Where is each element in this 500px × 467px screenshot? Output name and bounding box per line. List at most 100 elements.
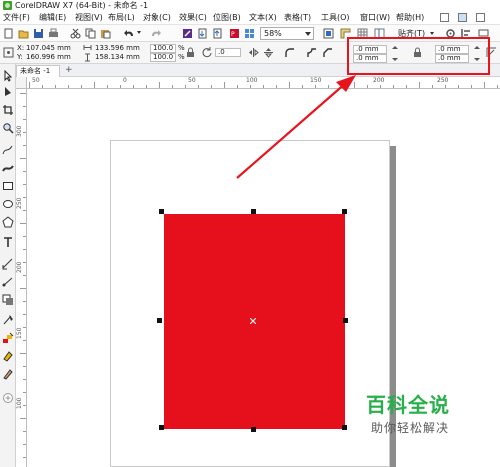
save-icon[interactable]	[33, 28, 44, 39]
ellipse-tool-icon[interactable]	[2, 198, 14, 210]
ruler-tick	[432, 85, 433, 88]
mirror-horizontal-icon[interactable]	[248, 47, 259, 58]
drop-shadow-tool-icon[interactable]	[2, 294, 14, 306]
application-launcher-icon[interactable]	[244, 28, 255, 39]
y-label: Y:	[17, 53, 23, 61]
rotation-input[interactable]: .0	[215, 48, 241, 57]
ruler-tick	[315, 85, 316, 88]
pick-tool-icon[interactable]	[2, 70, 14, 82]
ruler-tick	[23, 366, 26, 367]
selection-handle-top[interactable]	[251, 209, 256, 214]
round-corner-icon[interactable]	[284, 47, 295, 58]
parallel-dimension-tool-icon[interactable]	[2, 258, 14, 270]
scalloped-corner-icon[interactable]	[306, 47, 317, 58]
selection-handle-bottom-right[interactable]	[342, 425, 347, 430]
connector-tool-icon[interactable]	[2, 276, 14, 288]
menu-view[interactable]: 视图(V)	[75, 11, 103, 25]
selection-handle-bottom[interactable]	[251, 427, 256, 432]
ruler-tick	[20, 158, 26, 159]
add-tool-icon[interactable]	[2, 392, 14, 404]
smart-fill-tool-icon[interactable]	[2, 368, 14, 380]
zoom-tool-icon[interactable]	[2, 122, 14, 134]
ruler-tick	[23, 314, 26, 315]
menu-help[interactable]: 帮助(H)	[396, 11, 424, 25]
window-close-icon[interactable]	[476, 13, 485, 22]
ruler-origin[interactable]	[16, 77, 27, 89]
annotation-highlight-box	[347, 37, 490, 75]
color-eyedropper-tool-icon[interactable]	[2, 332, 14, 344]
menu-file[interactable]: 文件(F)	[3, 11, 30, 25]
full-screen-preview-icon[interactable]	[323, 28, 334, 39]
ruler-tick	[23, 249, 26, 250]
menu-layout[interactable]: 布局(L)	[108, 11, 135, 25]
snap-dropdown-icon[interactable]	[430, 32, 434, 35]
new-document-icon[interactable]	[3, 28, 14, 39]
export-icon[interactable]	[212, 28, 223, 39]
menu-table[interactable]: 表格(T)	[284, 11, 311, 25]
menu-tools[interactable]: 工具(O)	[321, 11, 350, 25]
ruler-tick	[419, 82, 420, 88]
chamfered-corner-icon[interactable]	[322, 47, 333, 58]
selection-handle-top-left[interactable]	[159, 209, 164, 214]
import-icon[interactable]	[197, 28, 208, 39]
freehand-tool-icon[interactable]	[2, 144, 14, 156]
mirror-vertical-icon[interactable]	[263, 47, 274, 58]
page-shadow	[390, 146, 396, 467]
window-minimize-icon[interactable]	[440, 13, 449, 22]
interactive-fill-tool-icon[interactable]	[2, 350, 14, 362]
ruler-tick	[367, 85, 368, 88]
print-icon[interactable]	[48, 28, 59, 39]
window-restore-icon[interactable]	[458, 13, 467, 22]
ruler-tick	[20, 353, 26, 354]
vertical-ruler[interactable]: 300 250 200 150 100	[16, 89, 27, 467]
horizontal-ruler[interactable]: 50 0 50 100 150 200 250	[27, 77, 500, 89]
ruler-tick	[20, 288, 26, 289]
undo-icon[interactable]	[124, 28, 135, 39]
rectangle-tool-icon[interactable]	[2, 180, 14, 192]
crop-tool-icon[interactable]	[2, 104, 14, 116]
redo-icon[interactable]	[150, 28, 161, 39]
lock-ratio-icon[interactable]	[186, 47, 195, 58]
copy-icon[interactable]	[85, 28, 96, 39]
menu-text[interactable]: 文本(X)	[249, 11, 277, 25]
menu-edit[interactable]: 编辑(E)	[39, 11, 66, 25]
ruler-tick	[107, 85, 108, 88]
polygon-tool-icon[interactable]	[2, 216, 14, 228]
ruler-tick	[23, 197, 26, 198]
ruler-tick	[458, 85, 459, 88]
undo-dropdown-icon[interactable]	[137, 31, 141, 34]
zoom-level-select[interactable]: 58%	[260, 27, 314, 40]
menu-bitmaps[interactable]: 位图(B)	[213, 11, 241, 25]
add-document-button[interactable]: +	[65, 66, 73, 75]
x-position-input[interactable]: 107.045 mm	[26, 44, 71, 53]
publish-pdf-icon[interactable]: P	[229, 28, 240, 39]
width-input[interactable]: 133.596 mm	[95, 44, 140, 53]
ruler-tick	[198, 85, 199, 88]
ruler-tick	[159, 82, 160, 88]
height-input[interactable]: 158.134 mm	[95, 53, 140, 62]
text-tool-icon[interactable]	[2, 236, 14, 248]
menu-window[interactable]: 窗口(W)	[360, 11, 390, 25]
x-label: X:	[17, 44, 25, 52]
menu-effects[interactable]: 效果(C)	[179, 11, 207, 25]
ruler-tick	[289, 82, 290, 88]
open-folder-icon[interactable]	[18, 28, 29, 39]
selection-handle-top-right[interactable]	[342, 209, 347, 214]
paste-icon[interactable]	[100, 28, 111, 39]
search-content-icon[interactable]	[182, 28, 193, 39]
menu-object[interactable]: 对象(C)	[143, 11, 171, 25]
scale-width-input[interactable]: 100.0	[150, 44, 176, 53]
transparency-tool-icon[interactable]	[2, 314, 14, 326]
artistic-media-tool-icon[interactable]	[2, 162, 14, 174]
tab-document[interactable]: 未命名 -1	[16, 65, 60, 77]
ruler-tick	[211, 85, 212, 88]
y-position-input[interactable]: 160.996 mm	[26, 53, 71, 62]
ruler-tick	[23, 327, 26, 328]
selection-handle-left[interactable]	[157, 318, 162, 323]
selection-handle-right[interactable]	[343, 318, 348, 323]
scale-height-input[interactable]: 100.0	[150, 53, 176, 62]
ruler-tick	[23, 171, 26, 172]
shape-tool-icon[interactable]	[2, 86, 14, 98]
selection-handle-bottom-left[interactable]	[159, 425, 164, 430]
cut-icon[interactable]	[70, 28, 81, 39]
